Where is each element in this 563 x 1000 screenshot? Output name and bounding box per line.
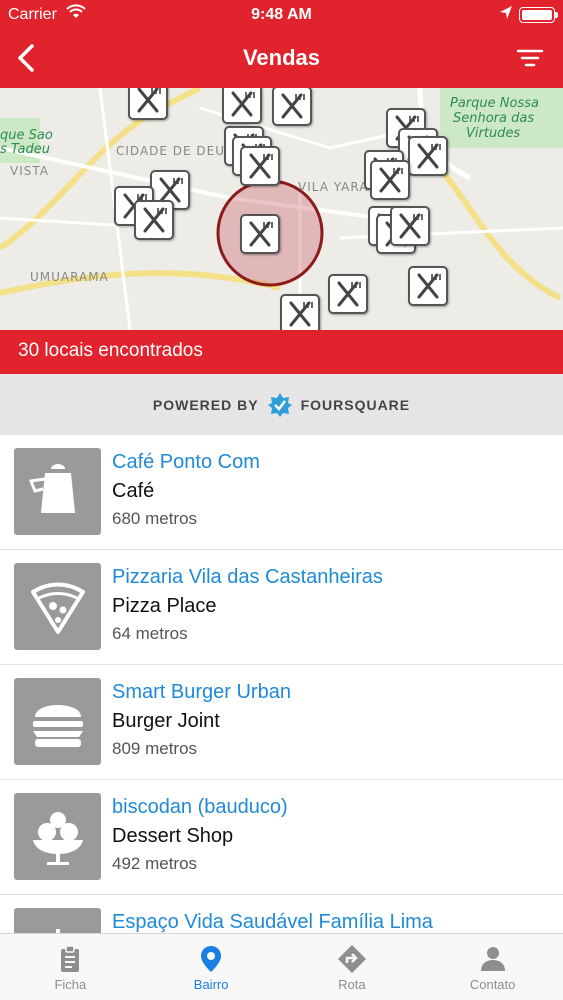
tab-label: Ficha bbox=[54, 977, 87, 992]
directions-icon bbox=[337, 945, 366, 973]
powered-by-brand: FOURSQUARE bbox=[300, 396, 411, 413]
foursquare-logo-icon bbox=[267, 392, 292, 417]
status-time: 9:48 AM bbox=[251, 6, 312, 23]
fork-knife-icon bbox=[399, 213, 423, 239]
list-item[interactable]: Café Ponto Com Café 680 metros bbox=[0, 435, 563, 550]
results-count: 30 locais encontrados bbox=[0, 330, 563, 374]
restaurant-map-pin[interactable] bbox=[240, 214, 280, 254]
burger-icon bbox=[32, 704, 83, 747]
navigation-bar: Vendas bbox=[0, 30, 563, 88]
tab-label: Rota bbox=[338, 977, 366, 992]
person-icon bbox=[480, 947, 505, 971]
place-distance: 492 metros bbox=[112, 854, 198, 873]
place-distance: 809 metros bbox=[112, 739, 198, 758]
place-name[interactable]: Espaço Vida Saudável Família Lima bbox=[112, 911, 433, 933]
restaurant-map-pin[interactable] bbox=[390, 206, 430, 246]
place-distance: 64 metros bbox=[112, 624, 188, 643]
places-list: Café Ponto Com Café 680 metros Pizzaria … bbox=[0, 435, 563, 933]
category-thumbnail bbox=[14, 563, 101, 650]
list-item[interactable]: Espaço Vida Saudável Família Lima bbox=[0, 895, 563, 933]
place-name[interactable]: Pizzaria Vila das Castanheiras bbox=[112, 566, 383, 589]
restaurant-map-pin[interactable] bbox=[272, 88, 312, 126]
fork-knife-icon bbox=[137, 88, 161, 113]
map-label-vista: VISTA bbox=[10, 164, 49, 178]
restaurant-map-pin[interactable] bbox=[240, 146, 280, 186]
fork-knife-icon bbox=[417, 143, 441, 169]
location-arrow-icon bbox=[499, 5, 513, 26]
place-category: Burger Joint bbox=[112, 710, 220, 732]
powered-by-prefix: POWERED BY bbox=[152, 396, 259, 413]
page-title: Vendas bbox=[242, 45, 321, 70]
filter-icon bbox=[516, 49, 544, 67]
restaurant-map-pin[interactable] bbox=[222, 88, 262, 124]
filter-button[interactable] bbox=[515, 43, 545, 73]
map-label-parque-1: Parque Nossa bbox=[450, 96, 539, 111]
fork-knife-icon bbox=[289, 301, 313, 327]
clipboard-icon bbox=[61, 945, 80, 972]
tab-bairro[interactable]: Bairro bbox=[141, 934, 282, 1000]
ice-cream-icon bbox=[32, 811, 83, 865]
tab-bar: Ficha Bairro Rota Contato bbox=[0, 933, 563, 1000]
list-item[interactable]: Smart Burger Urban Burger Joint 809 metr… bbox=[0, 665, 563, 780]
restaurant-map-pin[interactable] bbox=[328, 274, 368, 314]
pizza-slice-icon bbox=[30, 582, 85, 634]
map-label-parque-2: Senhora das bbox=[453, 111, 535, 126]
restaurant-map-pin[interactable] bbox=[128, 88, 168, 120]
fork-knife-icon bbox=[337, 281, 361, 307]
list-item[interactable]: Pizzaria Vila das Castanheiras Pizza Pla… bbox=[0, 550, 563, 665]
place-name[interactable]: biscodan (bauduco) bbox=[112, 796, 288, 819]
battery-icon bbox=[519, 7, 558, 23]
fork-knife-icon bbox=[379, 167, 403, 193]
fork-knife-icon bbox=[231, 91, 255, 117]
map-label-sao-1: que Sao bbox=[0, 128, 53, 143]
place-name[interactable]: Café Ponto Com bbox=[112, 451, 260, 474]
fork-knife-icon bbox=[249, 153, 273, 179]
restaurant-map-pin[interactable] bbox=[134, 200, 174, 240]
fork-knife-icon bbox=[417, 273, 441, 299]
neighborhood-map[interactable]: CIDADE DE DEUS VILA YARA UMUARAMA VISTA … bbox=[0, 88, 563, 330]
restaurant-map-pin[interactable] bbox=[408, 136, 448, 176]
map-pin-icon bbox=[201, 946, 222, 972]
restaurant-map-pin[interactable] bbox=[280, 294, 320, 330]
list-item[interactable]: biscodan (bauduco) Dessert Shop 492 metr… bbox=[0, 780, 563, 895]
tab-rota[interactable]: Rota bbox=[282, 934, 423, 1000]
fork-knife-icon bbox=[249, 221, 273, 247]
category-thumbnail bbox=[14, 678, 101, 765]
map-label-umuarama: UMUARAMA bbox=[30, 270, 109, 284]
fork-knife-icon bbox=[281, 93, 305, 119]
tab-label: Bairro bbox=[193, 977, 229, 992]
map-label-cidade-de-deus: CIDADE DE DEUS bbox=[116, 144, 234, 158]
tab-label: Contato bbox=[469, 977, 516, 992]
tab-ficha[interactable]: Ficha bbox=[0, 934, 141, 1000]
coffee-pot-icon bbox=[28, 463, 75, 513]
restaurant-map-pin[interactable] bbox=[370, 160, 410, 200]
map-label-parque-3: Virtudes bbox=[466, 126, 521, 141]
restaurant-map-pin[interactable] bbox=[408, 266, 448, 306]
category-thumbnail bbox=[14, 793, 101, 880]
map-label-sao-2: s Tadeu bbox=[0, 142, 50, 157]
place-category: Dessert Shop bbox=[112, 825, 234, 847]
top-bar: Carrier 9:48 AM Vendas bbox=[0, 0, 563, 88]
fork-knife-icon bbox=[143, 207, 167, 233]
tab-contato[interactable]: Contato bbox=[422, 934, 563, 1000]
place-category: Pizza Place bbox=[112, 595, 217, 617]
place-category: Café bbox=[112, 480, 155, 502]
category-thumbnail bbox=[14, 448, 101, 535]
place-distance: 680 metros bbox=[112, 509, 198, 528]
status-bar: Carrier 9:48 AM bbox=[0, 0, 563, 30]
category-thumbnail bbox=[14, 908, 101, 933]
powered-by-foursquare: POWERED BY FOURSQUARE bbox=[0, 374, 563, 435]
salad-icon bbox=[55, 928, 60, 933]
map-label-vila-yara: VILA YARA bbox=[298, 180, 369, 194]
place-name[interactable]: Smart Burger Urban bbox=[112, 681, 291, 704]
